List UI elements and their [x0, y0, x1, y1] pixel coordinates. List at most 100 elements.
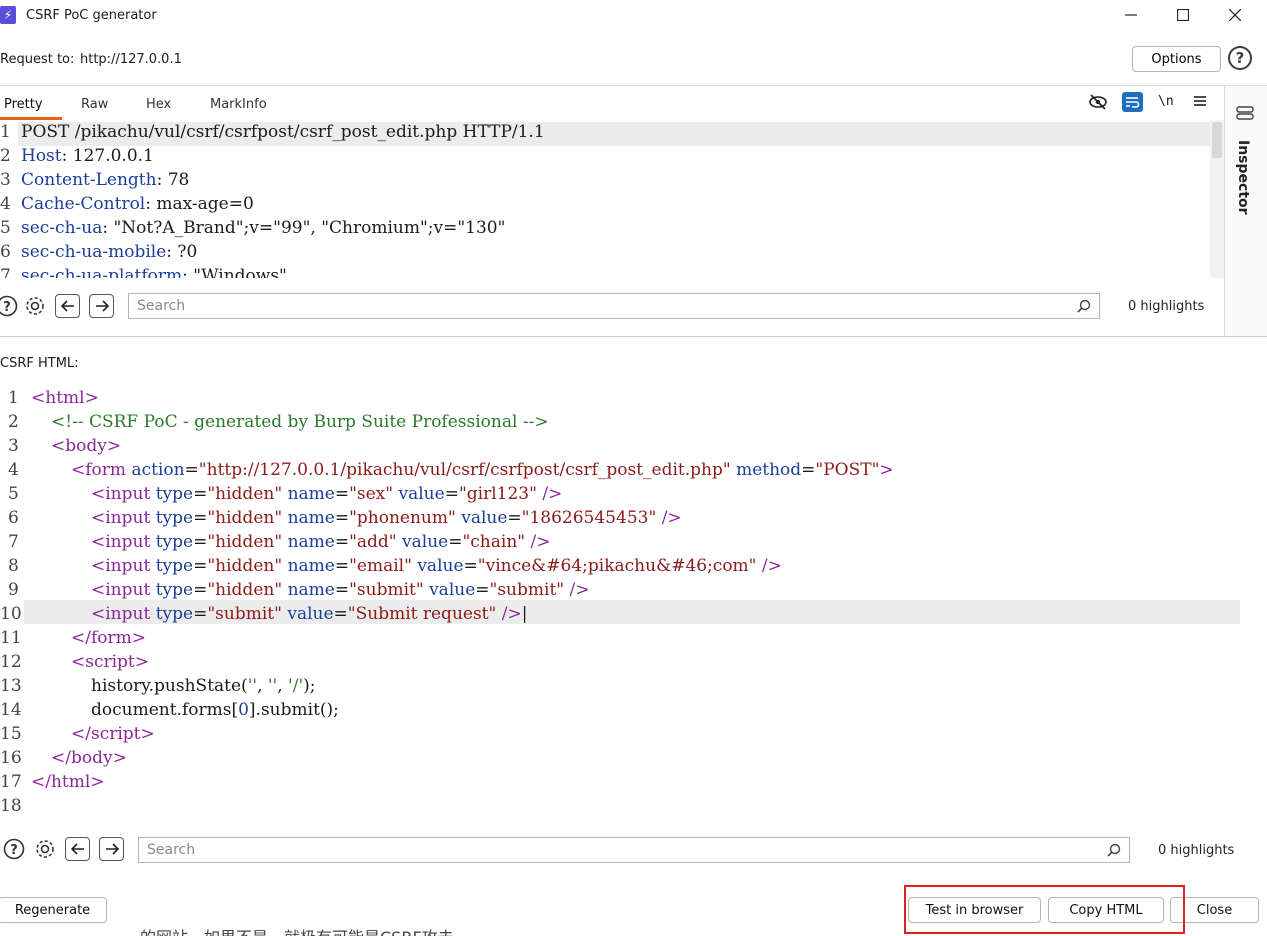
input-type-value: "hidden" [207, 580, 283, 600]
help-icon[interactable]: ? [1228, 46, 1252, 70]
header-value: : max-age=0 [145, 194, 254, 214]
line-number: 2 [8, 412, 19, 432]
regenerate-button[interactable]: Regenerate [0, 897, 107, 923]
line-number: 10 [0, 604, 22, 624]
title-bar: ⚡ CSRF PoC generator [0, 0, 1267, 32]
window-title: CSRF PoC generator [26, 8, 157, 23]
inspector-label[interactable]: Inspector [1235, 140, 1251, 215]
code-text: , [257, 676, 268, 696]
help-icon[interactable]: ? [0, 295, 18, 317]
code-comment: <!-- CSRF PoC - generated by Burp Suite … [51, 412, 549, 432]
previous-match-button[interactable] [65, 837, 90, 861]
tab-markinfo[interactable]: MarkInfo [210, 97, 267, 112]
next-match-button[interactable] [89, 294, 114, 318]
maximize-button[interactable] [1157, 0, 1209, 30]
line-number: 3 [8, 436, 19, 456]
request-to-label: Request to: [0, 52, 75, 67]
header-line: sec-ch-ua-platform: "Windows" [21, 266, 287, 278]
line-number: 6 [0, 242, 11, 262]
header-value: : "Not?A_Brand";v="99", "Chromium";v="13… [102, 218, 506, 238]
line-number: 1 [0, 122, 11, 142]
line-number: 12 [0, 652, 22, 672]
input-value-value: "girl123" [458, 484, 537, 504]
request-search-input[interactable] [129, 294, 1069, 318]
header-key: Cache-Control [21, 194, 146, 214]
code-number: 0 [238, 700, 249, 720]
line-number: 8 [8, 556, 19, 576]
code-line: <script> [71, 652, 150, 672]
code-line: </script> [71, 724, 155, 744]
csrf-html-label: CSRF HTML: [0, 356, 79, 371]
line-number: 18 [0, 796, 22, 816]
code-line: <input type="submit" value="Submit reque… [91, 604, 528, 624]
menu-icon[interactable] [1193, 94, 1207, 108]
next-match-button[interactable] [99, 837, 124, 861]
line-number: 4 [0, 194, 11, 214]
line-number: 17 [0, 772, 22, 792]
input-type-value: "hidden" [207, 532, 283, 552]
input-value-value: "Submit request" [347, 604, 497, 624]
code-line: history.pushState('', '', '/'); [91, 676, 316, 696]
section-divider [0, 336, 1267, 337]
tab-hex[interactable]: Hex [146, 97, 171, 112]
input-type-value: "hidden" [207, 484, 283, 504]
csrf-search-field [138, 837, 1130, 863]
code-line: </body> [51, 748, 127, 768]
tab-raw[interactable]: Raw [81, 97, 108, 112]
code-line: <input type="hidden" name="sex" value="g… [91, 484, 563, 504]
input-type-value: "hidden" [207, 508, 283, 528]
close-window-button[interactable] [1209, 0, 1261, 30]
request-search-field [128, 293, 1100, 319]
input-name-value: "sex" [349, 484, 394, 504]
help-icon[interactable]: ? [3, 838, 25, 860]
input-name-value: "add" [349, 532, 397, 552]
request-editor[interactable]: 1 2 3 4 5 6 7 POST /pikachu/vul/csrf/csr… [0, 120, 1224, 278]
search-icon [1107, 843, 1121, 857]
arrow-right-icon [95, 300, 109, 312]
header-key: sec-ch-ua-platform [21, 266, 183, 278]
hide-nonprintable-icon[interactable] [1088, 93, 1108, 111]
code-text: ].submit(); [248, 700, 339, 720]
line-number: 7 [0, 266, 11, 278]
code-line: <input type="hidden" name="email" value=… [91, 556, 782, 576]
code-text: history.pushState( [91, 676, 248, 696]
form-action-value: "http://127.0.0.1/pikachu/vul/csrf/csrfp… [198, 460, 731, 480]
header-value: : "Windows" [182, 266, 287, 278]
code-line: <!-- CSRF PoC - generated by Burp Suite … [51, 412, 549, 432]
code-line: <form action="http://127.0.0.1/pikachu/v… [71, 460, 894, 480]
code-line: </form> [71, 628, 146, 648]
code-line: <input type="hidden" name="phonenum" val… [91, 508, 682, 528]
code-line: <body> [51, 436, 122, 456]
header-key: sec-ch-ua [21, 218, 103, 238]
settings-gear-icon[interactable] [24, 295, 46, 317]
annotation-highlight-box [904, 885, 1185, 934]
search-icon [1077, 299, 1091, 313]
header-line: Cache-Control: max-age=0 [21, 194, 254, 214]
header-key: sec-ch-ua-mobile [21, 242, 167, 262]
word-wrap-toggle[interactable] [1122, 92, 1143, 112]
input-type-value: "hidden" [207, 556, 283, 576]
background-page-text: 的网站，如果不是，就极有可能是CSRF攻击 [140, 924, 454, 936]
request-scrollbar-thumb[interactable] [1212, 122, 1222, 158]
line-number: 14 [0, 700, 22, 720]
csrf-html-editor[interactable]: 1 2 3 4 5 6 7 8 9 10 11 12 13 14 15 16 1… [0, 386, 1252, 822]
previous-match-button[interactable] [55, 294, 80, 318]
request-line: POST /pikachu/vul/csrf/csrfpost/csrf_pos… [21, 122, 545, 142]
input-value-value: "vince&#64;pikachu&#46;com" [477, 556, 757, 576]
code-line: <input type="hidden" name="submit" value… [91, 580, 590, 600]
minimize-icon [1125, 14, 1137, 16]
csrf-search-input[interactable] [139, 838, 1099, 862]
header-key: Host [21, 146, 62, 166]
request-line-text: POST /pikachu/vul/csrf/csrfpost/csrf_pos… [21, 122, 545, 142]
line-number: 11 [0, 628, 22, 648]
show-newlines-toggle[interactable]: \n [1158, 94, 1174, 109]
code-string: '/' [288, 676, 304, 696]
options-button[interactable]: Options [1132, 46, 1221, 72]
minimize-button[interactable] [1105, 0, 1157, 30]
code-line: </html> [31, 772, 105, 792]
settings-gear-icon[interactable] [34, 838, 56, 860]
app-logo-icon: ⚡ [0, 6, 16, 24]
close-icon [1229, 9, 1241, 21]
input-type-value: "submit" [207, 604, 282, 624]
tab-pretty[interactable]: Pretty [4, 97, 43, 112]
